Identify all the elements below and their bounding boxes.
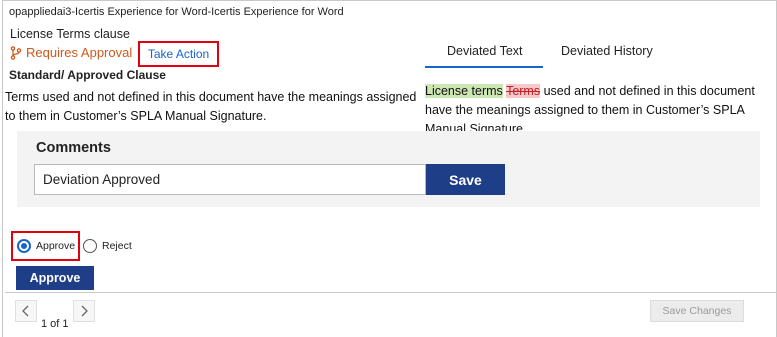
comments-label: Comments	[36, 140, 111, 156]
next-page-button[interactable]	[73, 300, 95, 322]
standard-clause-label: Standard/ Approved Clause	[9, 68, 166, 82]
requires-approval-status: Requires Approval	[10, 45, 132, 60]
approve-radio-label[interactable]: Approve	[36, 240, 75, 252]
tab-deviated-text[interactable]: Deviated Text	[447, 44, 523, 58]
app-title: opappliedai3-Icertis Experience for Word…	[9, 6, 344, 18]
take-action-tab[interactable]: Take Action	[138, 41, 219, 67]
approve-radio[interactable]	[17, 239, 31, 253]
chevron-right-icon	[81, 305, 88, 317]
removed-text: Terms	[506, 84, 541, 98]
comment-input[interactable]	[34, 164, 426, 195]
approve-button[interactable]: Approve	[16, 266, 94, 290]
chevron-left-icon	[22, 305, 29, 317]
save-button[interactable]: Save	[426, 164, 505, 195]
standard-clause-text: Terms used and not defined in this docum…	[5, 90, 417, 123]
footer-divider	[5, 292, 777, 293]
reject-radio-label[interactable]: Reject	[102, 240, 132, 252]
reject-radio[interactable]	[83, 239, 97, 253]
added-text: License terms	[425, 84, 503, 98]
requires-approval-label: Requires Approval	[26, 45, 133, 60]
page-indicator: 1 of 1	[41, 318, 69, 330]
active-tab-indicator	[425, 66, 543, 68]
save-changes-button[interactable]: Save Changes	[650, 300, 744, 322]
previous-page-button[interactable]	[15, 300, 37, 322]
clause-title: License Terms clause	[10, 27, 130, 41]
tab-deviated-history[interactable]: Deviated History	[561, 44, 653, 58]
branch-icon	[10, 45, 22, 60]
